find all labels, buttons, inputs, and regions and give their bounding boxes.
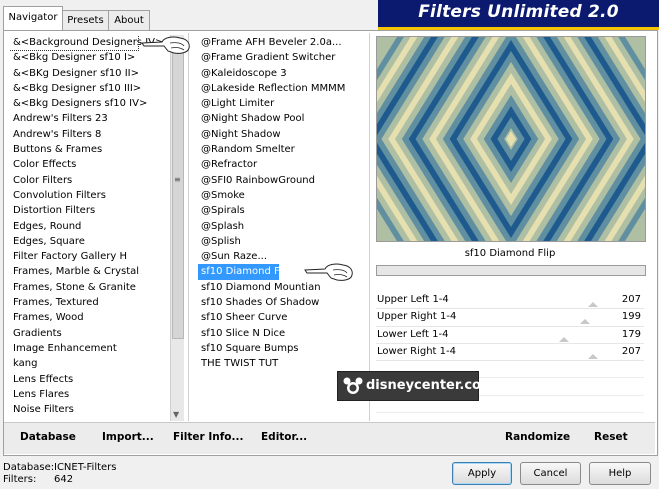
database-value: ICNET-Filters xyxy=(54,462,117,473)
filter-item[interactable]: THE TWIST TUT xyxy=(198,356,366,371)
category-item[interactable]: Edges, Round xyxy=(10,219,170,234)
category-item[interactable]: Buttons & Frames xyxy=(10,142,170,157)
filter-item[interactable]: @Random Smelter xyxy=(198,142,366,157)
filters-count: 642 xyxy=(54,474,74,485)
category-item[interactable]: Convolution Filters xyxy=(10,188,170,203)
filter-item[interactable]: @Splish xyxy=(198,234,366,249)
import-button[interactable]: Import... xyxy=(102,431,154,443)
progress-bar xyxy=(376,265,646,276)
help-button[interactable]: Help xyxy=(589,462,651,485)
filter-item[interactable]: @Refractor xyxy=(198,157,366,172)
slider-thumb-icon[interactable] xyxy=(559,336,569,342)
filter-item[interactable]: @Lakeside Reflection MMMM xyxy=(198,81,366,96)
filter-item[interactable]: @Smoke xyxy=(198,188,366,203)
filter-item[interactable]: @Frame AFH Beveler 2.0a... xyxy=(198,35,366,50)
divider xyxy=(188,33,189,421)
filter-item[interactable]: sf10 Sheer Curve xyxy=(198,310,366,325)
tab-navigator[interactable]: Navigator xyxy=(3,6,63,31)
param-label: Upper Right 1-4 xyxy=(377,311,457,323)
database-button[interactable]: Database xyxy=(20,431,76,443)
slider-thumb-icon[interactable] xyxy=(588,353,598,359)
tab-presets[interactable]: Presets xyxy=(62,10,109,30)
scrollbar-thumb[interactable] xyxy=(172,45,184,339)
param-value: 207 xyxy=(621,294,641,305)
filter-item[interactable]: sf10 Slice N Dice xyxy=(198,326,366,341)
category-item[interactable]: Andrew's Filters 8 xyxy=(10,127,170,142)
filter-item[interactable]: @Night Shadow xyxy=(198,127,366,142)
filter-item[interactable]: @Splash xyxy=(198,219,366,234)
param-slider-row[interactable]: Lower Right 1-4 207 xyxy=(376,344,644,362)
param-label: Upper Left 1-4 xyxy=(377,294,449,305)
database-label: Database: xyxy=(3,462,55,473)
divider xyxy=(369,33,370,421)
status-info: Database:ICNET-Filters Filters: 642 xyxy=(3,462,117,486)
scroll-down-icon[interactable]: ▼ xyxy=(173,410,179,419)
cancel-button[interactable]: Cancel xyxy=(520,462,581,485)
app-title: Filters Unlimited 2.0 xyxy=(418,2,619,22)
filter-item[interactable]: sf10 Square Bumps xyxy=(198,341,366,356)
category-item[interactable]: Lens Flares xyxy=(10,387,170,402)
pointing-hand-icon xyxy=(141,36,190,54)
category-item[interactable]: kang xyxy=(10,356,170,371)
category-item[interactable]: Frames, Wood xyxy=(10,310,170,325)
category-list[interactable]: &<Background Designers IV> &<Bkg Designer… xyxy=(10,35,170,421)
category-item[interactable]: Distortion Filters xyxy=(10,203,170,218)
param-label: Lower Right 1-4 xyxy=(377,345,456,357)
category-item[interactable]: Noise Filters xyxy=(10,402,170,417)
filter-item[interactable]: @Light Limiter xyxy=(198,96,366,111)
pointing-hand-icon xyxy=(304,263,353,281)
tab-bar: Navigator Presets About xyxy=(0,0,380,31)
apply-button[interactable]: Apply xyxy=(452,462,512,485)
filter-item[interactable]: @SFI0 RainbowGround xyxy=(198,173,366,188)
param-value: 179 xyxy=(621,328,641,340)
watermark-logo: disneycenter.com xyxy=(337,371,495,401)
reset-button[interactable]: Reset xyxy=(594,431,628,443)
mickey-icon xyxy=(343,377,363,394)
editor-button[interactable]: Editor... xyxy=(261,431,307,443)
category-item[interactable]: Lens Effects xyxy=(10,372,170,387)
category-item[interactable]: &<Bkg Designers sf10 IV> xyxy=(10,96,170,111)
slider-thumb-icon[interactable] xyxy=(588,302,598,307)
category-item[interactable]: &<Bkg Designer sf10 III> xyxy=(10,81,170,96)
category-item[interactable]: Frames, Textured xyxy=(10,295,170,310)
category-item[interactable]: Color Effects xyxy=(10,157,170,172)
category-item[interactable]: &<Background Designers IV> xyxy=(10,35,163,52)
category-item[interactable]: Filter Factory Gallery H xyxy=(10,249,170,264)
grip-icon: ≡ xyxy=(174,175,181,184)
filters-label: Filters: xyxy=(3,474,37,485)
category-item[interactable]: Edges, Square xyxy=(10,234,170,249)
category-item[interactable]: Frames, Stone & Granite xyxy=(10,280,170,295)
category-item[interactable]: Color Filters xyxy=(10,173,170,188)
filter-item[interactable]: @Frame Gradient Switcher xyxy=(198,50,366,65)
param-value: 199 xyxy=(621,311,641,323)
randomize-button[interactable]: Randomize xyxy=(505,431,570,443)
filter-list[interactable]: @Frame AFH Beveler 2.0a... @Frame Gradien… xyxy=(198,35,366,375)
filter-item[interactable]: @Night Shadow Pool xyxy=(198,111,366,126)
filter-info-button[interactable]: Filter Info... xyxy=(173,431,243,443)
parameter-sliders: Upper Left 1-4 207 Upper Right 1-4 199 Lower… xyxy=(376,292,644,431)
filter-item[interactable]: sf10 Shades Of Shadow xyxy=(198,295,366,310)
filter-preview-image xyxy=(376,36,646,242)
param-label: Lower Left 1-4 xyxy=(377,328,449,340)
filter-item[interactable]: sf10 Diamond Flip xyxy=(198,264,292,280)
category-scrollbar[interactable]: ▲ ≡ ▼ xyxy=(170,35,184,421)
watermark-text: disneycenter.com xyxy=(366,378,495,393)
category-item[interactable]: &<BKg Designer sf10 II> xyxy=(10,66,170,81)
preview-filter-name: sf10 Diamond Flip xyxy=(464,248,556,259)
tab-about[interactable]: About xyxy=(108,10,150,30)
category-item[interactable]: Image Enhancement xyxy=(10,341,170,356)
filter-item[interactable]: @Kaleidoscope 3 xyxy=(198,66,366,81)
slider-thumb-icon[interactable] xyxy=(580,319,590,325)
category-item[interactable]: Frames, Marble & Crystal xyxy=(10,264,170,279)
bottom-toolbar: Database Import... Filter Info... Editor… xyxy=(4,422,655,454)
param-slider-row[interactable]: Lower Left 1-4 179 xyxy=(376,327,644,344)
param-slider-row[interactable]: Upper Right 1-4 199 xyxy=(376,309,644,327)
diamond-pattern xyxy=(377,37,645,241)
param-value: 207 xyxy=(621,345,641,357)
param-slider-row[interactable]: Upper Left 1-4 207 xyxy=(376,292,644,310)
filter-item[interactable]: @Spirals xyxy=(198,203,366,218)
category-item[interactable]: Gradients xyxy=(10,326,170,341)
app-title-banner: Filters Unlimited 2.0 xyxy=(378,0,659,30)
category-item[interactable]: Andrew's Filters 23 xyxy=(10,111,170,126)
